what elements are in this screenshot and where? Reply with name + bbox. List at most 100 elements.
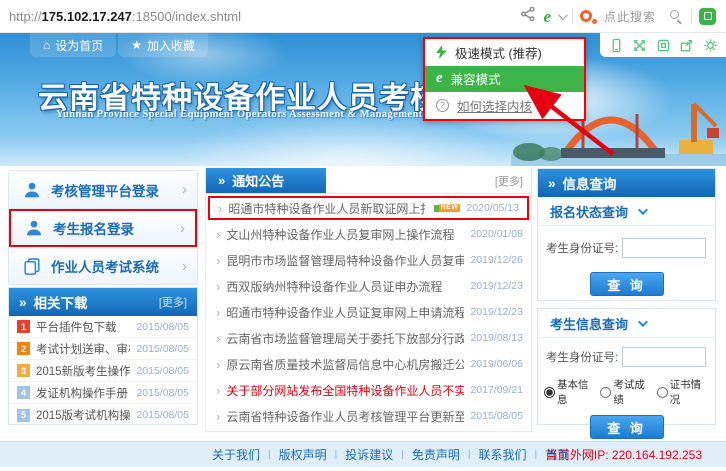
id-label: 考生身份证号:	[546, 349, 618, 365]
more-link[interactable]: [更多]	[495, 173, 531, 189]
search-input[interactable]: 点此搜索	[604, 8, 656, 25]
section-title: 考生信息查询	[550, 314, 628, 333]
ie-icon: e	[436, 71, 443, 86]
chevron-right-icon: ›	[182, 258, 187, 275]
search-icon[interactable]	[669, 9, 684, 24]
item-arrow-icon: ›	[216, 383, 220, 398]
downloads-panel: » 相关下载 [更多] 1 平台插件包下载 2015/08/05 2 考试计划送…	[8, 287, 198, 425]
notice-label: 云南省特种设备作业人员考核管理平台更新至20...	[226, 408, 464, 425]
radio-exam-score[interactable]: 考试成绩	[600, 377, 654, 407]
section-candidate-info[interactable]: 考生信息查询	[538, 309, 715, 338]
footer-link-disclaimer[interactable]: 免责声明	[412, 446, 460, 463]
menu-item-kernel-help[interactable]: ? 如何选择内核	[425, 92, 584, 119]
item-arrow-icon: ›	[216, 331, 220, 346]
panel-title: 信息查询	[563, 173, 617, 193]
notice-row[interactable]: › 关于部分网站发布全国特种设备作业人员不实信息... 2017/09/21	[206, 377, 531, 403]
footer-link-feedback[interactable]: 投诉建议	[345, 446, 393, 463]
download-label: 发证机构操作手册	[36, 385, 128, 401]
item-arrow-icon: ›	[216, 227, 220, 242]
id-input[interactable]	[622, 238, 706, 258]
notice-date: 2020/01/08	[470, 228, 523, 240]
chevron-right-icon: ›	[182, 181, 187, 198]
id-label: 考生身份证号:	[546, 240, 618, 256]
radio-basic-info[interactable]: 基本信息	[544, 377, 598, 407]
notice-row[interactable]: › 云南省特种设备作业人员考核管理平台更新至20... 2015/08/05	[206, 403, 531, 429]
notice-label: 关于部分网站发布全国特种设备作业人员不实信息...	[226, 382, 464, 399]
download-date: 2015/08/05	[136, 365, 189, 377]
divider	[572, 8, 573, 24]
section-title: 报名状态查询	[550, 202, 628, 221]
url-host: 175.102.17.247	[42, 9, 132, 24]
new-badge: NEW	[434, 204, 461, 212]
screenshot-icon[interactable]	[656, 38, 671, 53]
query-button[interactable]: 查 询	[590, 272, 664, 296]
home-icon: ⌂	[43, 39, 50, 51]
share-icon[interactable]	[520, 6, 536, 27]
login-item-label: 考核管理平台登录	[51, 180, 159, 200]
item-arrow-icon: ›	[216, 279, 220, 294]
download-row[interactable]: 3 2015新版考生操作... 2015/08/05	[9, 360, 197, 382]
login-item-admin-platform[interactable]: 考核管理平台登录 ›	[9, 171, 197, 209]
url-field[interactable]: http://175.102.17.247:18500/index.shtml	[9, 9, 241, 24]
question-icon: ?	[436, 99, 449, 112]
panel-title: 通知公告	[232, 171, 284, 190]
notices-panel: » 通知公告 [更多] › 昭通市特种设备作业人员新取证网上报名流程 NEW 2…	[205, 168, 532, 432]
login-panel: 考核管理平台登录 › 考生报名登录 › 作业人员考试系统 ›	[8, 170, 198, 285]
download-row[interactable]: 2 考试计划送审、审核 ... 2015/08/05	[9, 338, 197, 360]
footer-link-copyright[interactable]: 版权声明	[279, 446, 327, 463]
notice-date: 2019/12/23	[470, 306, 523, 318]
search-engine-logo[interactable]	[580, 8, 597, 25]
notice-date: 2019/06/06	[470, 358, 523, 370]
external-ip: 当前外网IP: 220.164.192.253	[546, 446, 702, 463]
tab-notices[interactable]: » 通知公告	[206, 168, 326, 193]
footer-link-contact[interactable]: 联系我们	[479, 446, 527, 463]
notice-label: 昆明市市场监督管理局特种设备作业人员复审流程...	[226, 252, 464, 269]
user-icon	[25, 219, 43, 237]
chevron-down-icon[interactable]	[558, 10, 568, 20]
footer: 关于我们| 版权声明| 投诉建议| 免责声明| 联系我们| 首页 当前外网IP:…	[0, 441, 726, 467]
notice-row[interactable]: › 昭通市特种设备作业人员证复审网上申请流程及相... 2019/12/23	[206, 299, 531, 325]
notice-row[interactable]: › 文山州特种设备作业人员复审网上操作流程 2020/01/08	[206, 221, 531, 247]
lightning-icon	[436, 45, 447, 59]
tab-add-favorite[interactable]: ★ 加入收藏	[118, 33, 208, 57]
download-row[interactable]: 4 发证机构操作手册 2015/08/05	[9, 382, 197, 404]
download-label: 2015版考试机构操...	[36, 407, 130, 423]
footer-link-about[interactable]: 关于我们	[212, 446, 260, 463]
settings-gear-icon[interactable]	[703, 38, 718, 53]
download-row[interactable]: 5 2015版考试机构操... 2015/08/05	[9, 404, 197, 426]
fullscreen-icon[interactable]	[632, 38, 647, 53]
download-date: 2015/08/05	[136, 387, 189, 399]
section-reg-status[interactable]: 报名状态查询	[538, 197, 715, 226]
notice-label: 西双版纳州特种设备作业人员证申办流程	[226, 278, 442, 295]
notice-row[interactable]: › 原云南省质量技术监督局信息中心机房搬迁公告 2019/06/06	[206, 351, 531, 377]
site-banner: ⌂ 设为首页 ★ 加入收藏 云南省特种设备作业人员考核管理平台 Yunnan P…	[0, 33, 726, 166]
notice-date: 2019/08/13	[470, 332, 523, 344]
menu-item-speed-mode[interactable]: 极速模式 (推荐)	[425, 39, 584, 66]
more-link[interactable]: [更多]	[159, 294, 187, 310]
menu-item-compat-mode[interactable]: e 兼容模式	[425, 66, 584, 93]
notice-row[interactable]: › 昭通市特种设备作业人员新取证网上报名流程 NEW 2020/05/13	[208, 196, 529, 220]
notices-header: » 通知公告 [更多]	[206, 168, 531, 194]
browser-address-bar: http://175.102.17.247:18500/index.shtml …	[0, 0, 726, 33]
export-icon[interactable]	[679, 38, 694, 53]
radio-certificate[interactable]: 证书情况	[657, 377, 711, 407]
download-date: 2015/08/05	[136, 409, 189, 421]
download-row[interactable]: 1 平台插件包下载 2015/08/05	[9, 316, 197, 338]
id-input[interactable]	[622, 347, 706, 367]
ie-mode-icon[interactable]: e	[543, 8, 551, 25]
mobile-icon[interactable]	[609, 38, 624, 53]
url-protocol: http://	[9, 9, 42, 24]
notice-row[interactable]: › 云南省市场监督管理局关于委托下放部分行政许可... 2019/08/13	[206, 325, 531, 351]
rank-badge: 4	[17, 386, 30, 399]
query-button[interactable]: 查 询	[590, 415, 664, 439]
item-arrow-icon: ›	[216, 253, 220, 268]
user-icon	[23, 181, 41, 199]
download-date: 2015/08/05	[136, 343, 189, 355]
notice-row[interactable]: › 昆明市市场监督管理局特种设备作业人员复审流程... 2019/12/26	[206, 247, 531, 273]
login-item-candidate-register[interactable]: 考生报名登录 ›	[9, 209, 197, 247]
login-item-exam-system[interactable]: 作业人员考试系统 ›	[9, 247, 197, 285]
browser-app-icon[interactable]	[699, 8, 716, 25]
candidate-query-panel: 考生信息查询 考生身份证号: 基本信息 考试成绩 证书情况 查 询	[537, 308, 716, 425]
notice-row[interactable]: › 西双版纳州特种设备作业人员证申办流程 2019/12/23	[206, 273, 531, 299]
tab-set-home[interactable]: ⌂ 设为首页	[30, 33, 116, 57]
